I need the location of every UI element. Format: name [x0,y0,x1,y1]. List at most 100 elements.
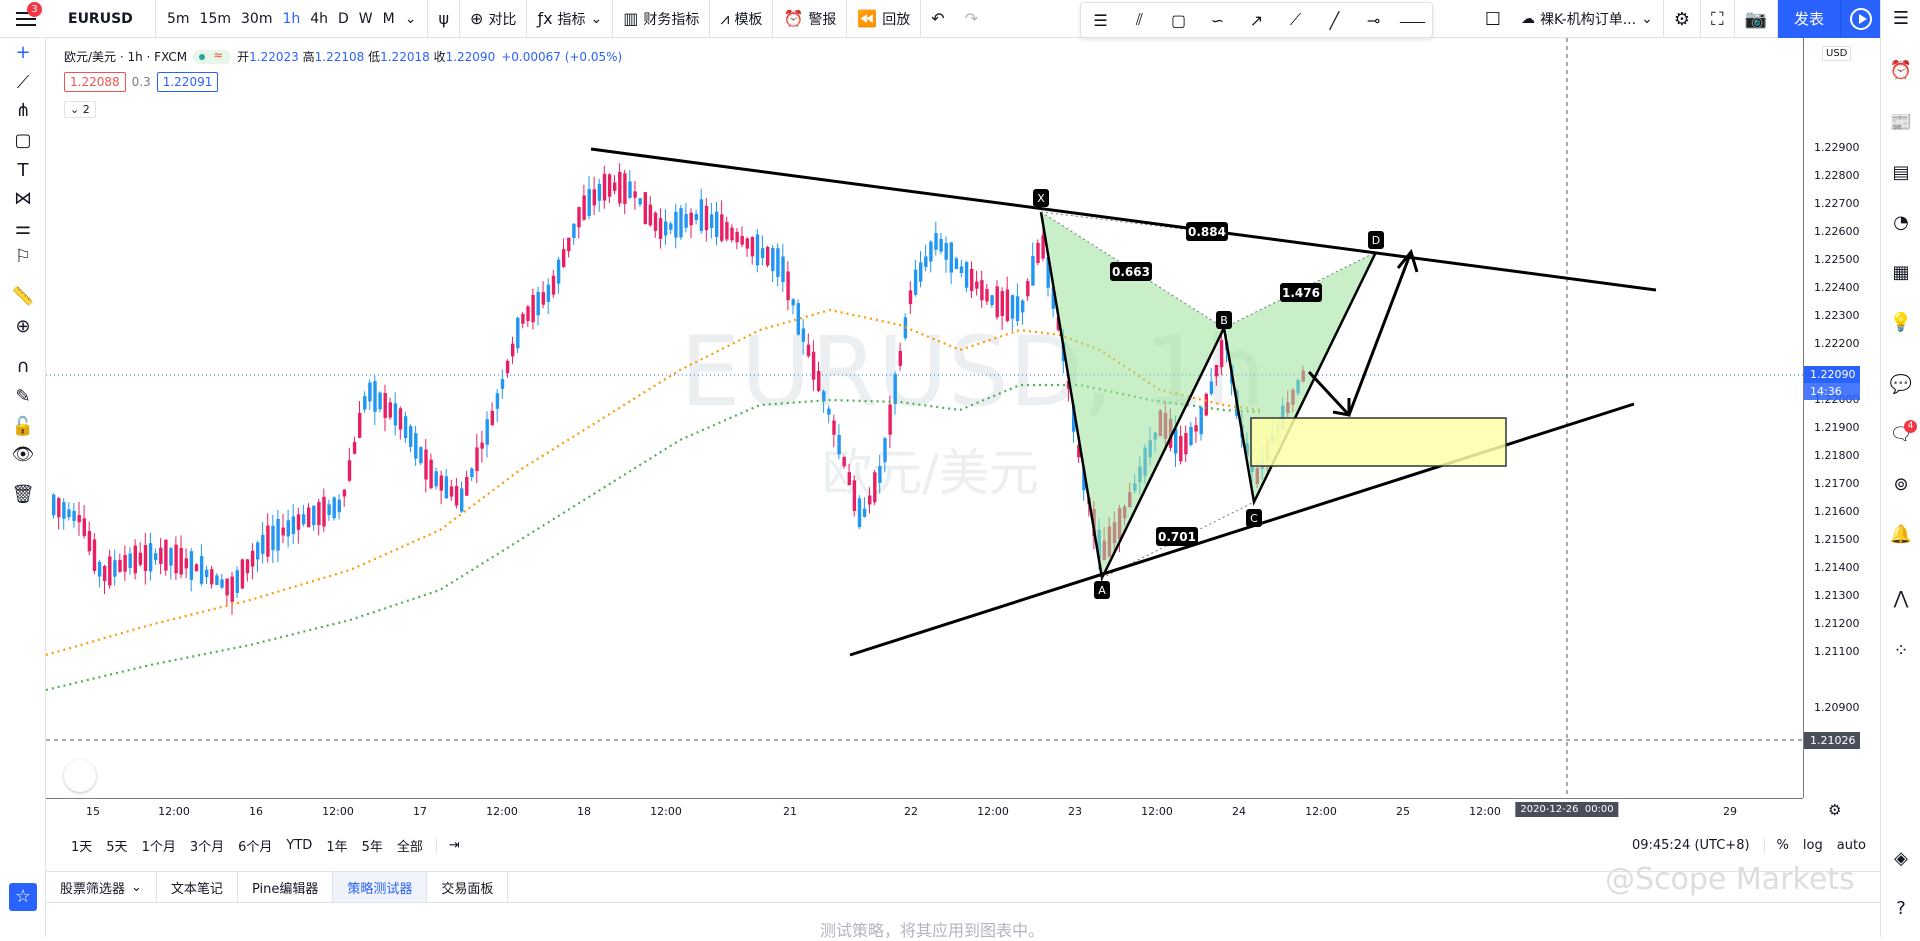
arrow-icon[interactable]: ↗ [1237,11,1276,30]
auto-toggle[interactable]: auto [1837,838,1866,853]
order-panel-icon[interactable]: ⋀ [1881,588,1920,609]
messages-icon[interactable]: 🗨 4 [1881,420,1920,445]
range-1d[interactable]: 1天 [64,836,99,855]
icon-tool-icon[interactable]: ⚐ [0,246,46,267]
zoom-in-icon[interactable]: ⊕ [0,316,46,337]
trend-line-icon[interactable]: ⟋ [1276,10,1315,30]
main-menu-button[interactable]: 3 [0,0,52,38]
publish-button[interactable]: 发表 [1778,0,1840,38]
currency-label[interactable]: USD [1822,46,1852,61]
snapshot-button[interactable]: 📷 [1735,0,1778,38]
symbol-search-button[interactable]: EURUSD [52,0,156,38]
sell-button[interactable]: 1.22088 [64,72,126,92]
range-all[interactable]: 全部 [390,836,430,855]
interval-1h[interactable]: 1h [277,11,305,27]
ideas-icon[interactable]: 💡 [1881,312,1920,333]
chart-style-button[interactable]: ψ [428,0,461,38]
tab-strategy-tester[interactable]: 策略测试器 [333,872,428,902]
watchlist-icon[interactable]: ☰ [1881,8,1920,29]
range-1y[interactable]: 1年 [319,836,354,855]
scale-settings-icon[interactable]: ⚙ [1828,801,1841,819]
interval-4h[interactable]: 4h [305,11,333,27]
eye-icon[interactable]: 👁 [0,444,46,465]
data-window-icon[interactable]: ▤ [1881,162,1920,183]
price-chart[interactable]: EURUSD, 1h 欧元/美元 XABCD0.8840.6631.4760.7… [46,38,1880,823]
percent-toggle[interactable]: % [1763,837,1789,853]
undo-icon: ↶ [931,9,945,28]
compare-button[interactable]: ⊕ 对比 [460,0,528,38]
select-layout-checkbox[interactable]: ☐ [1475,0,1511,38]
fib-retracement-icon[interactable]: ☰ [1081,11,1120,30]
financials-button[interactable]: ▥ 财务指标 [613,0,711,38]
time-scale[interactable]: 2020-12-26 00:00 15 12:00 16 12:00 17 12:00 18… [46,798,1803,824]
curve-icon[interactable]: ∽ [1198,11,1237,30]
candle-body [959,266,964,274]
indicators-button[interactable]: ƒx 指标 ⌄ [527,0,614,38]
hotlist-icon[interactable]: ◔ [1881,212,1920,233]
horizontal-line-icon[interactable]: ⸺ [1393,8,1432,32]
range-3m[interactable]: 3个月 [183,836,231,855]
fib-channel-icon[interactable]: ⫽ [1120,10,1159,30]
replay-button[interactable]: ⏪ 回放 [847,0,922,38]
horizontal-ray-icon[interactable]: ⊸ [1354,11,1393,30]
price-scale[interactable]: 1.22900 1.22800 1.22700 1.22600 1.22500 1.224… [1803,38,1880,798]
pitchfork-tool-icon[interactable]: ⋔ [0,100,46,121]
chat-icon[interactable]: 💬 [1881,374,1920,395]
templates-button[interactable]: ⩘ 模板 [710,0,774,38]
magnet-icon[interactable]: ∩ [0,356,46,377]
alert-button[interactable]: ⏰ 警报 [773,0,848,38]
range-1m[interactable]: 1个月 [135,836,183,855]
interval-dropdown-icon[interactable]: ⌄ [400,11,422,27]
indicators-collapse-button[interactable]: ⌄ 2 [64,101,96,118]
tab-trading-panel[interactable]: 交易面板 [427,872,509,902]
tradingview-logo-icon[interactable] [64,760,96,792]
stay-drawing-icon[interactable]: ✎ [0,386,46,407]
range-6m[interactable]: 6个月 [231,836,279,855]
text-tool-icon[interactable]: T [0,160,46,181]
rectangle-icon[interactable]: ▢ [1159,11,1198,30]
ruler-icon[interactable]: 📏 [0,286,46,307]
interval-15m[interactable]: 15m [195,11,236,27]
tab-text-notes[interactable]: 文本笔记 [157,872,238,902]
pattern-tool-icon[interactable]: ⋈ [0,188,46,209]
ray-icon[interactable]: ╱ [1315,11,1354,30]
range-5y[interactable]: 5年 [355,836,390,855]
interval-w[interactable]: W [354,11,378,27]
tab-stock-screener[interactable]: 股票筛选器 ⌄ [46,872,157,902]
layout-name: 裸K-机构订单... [1539,12,1637,28]
settings-button[interactable]: ⚙ [1664,0,1701,38]
fullscreen-button[interactable]: ⛶ [1701,0,1735,38]
layers-icon[interactable]: ◈ [1881,848,1920,869]
trend-line-tool-icon[interactable]: ⟋ [0,72,46,93]
legend-title[interactable]: 欧元/美元 · 1h · FXCM [64,48,187,65]
watchlist-star-button[interactable]: ☆ [9,883,37,911]
trash-icon[interactable]: 🗑 [0,484,46,505]
play-button[interactable] [1840,0,1880,38]
dom-icon[interactable]: ⁘ [1881,640,1920,661]
interval-d[interactable]: D [333,11,354,27]
lock-icon[interactable]: 🔓 [0,416,46,437]
alerts-clock-icon[interactable]: ⏰ [1881,60,1920,81]
range-ytd[interactable]: YTD [279,838,319,853]
prediction-tool-icon[interactable]: ⚌ [0,218,46,239]
goto-date-icon[interactable]: ⇥ [435,837,467,853]
streams-icon[interactable]: ⊚ [1881,474,1920,495]
redo-button[interactable]: ↷ [955,0,988,38]
notifications-bell-icon[interactable]: 🔔 [1881,524,1920,545]
undo-button[interactable]: ↶ [921,0,954,38]
range-5d[interactable]: 5天 [99,836,134,855]
candle-body [398,408,403,430]
clock-display[interactable]: 09:45:24 (UTC+8) [1632,838,1750,853]
buy-button[interactable]: 1.22091 [156,72,219,92]
shape-tool-icon[interactable]: ▢ [0,130,46,151]
interval-m[interactable]: M [378,11,400,27]
layout-name-button[interactable]: ☁ 裸K-机构订单... ⌄ [1511,0,1664,38]
tab-pine-editor[interactable]: Pine编辑器 [238,872,334,902]
crosshair-icon[interactable]: + [0,42,46,63]
interval-30m[interactable]: 30m [236,11,277,27]
help-icon[interactable]: ? [1881,898,1920,919]
news-icon[interactable]: 📰 [1881,112,1920,133]
calendar-icon[interactable]: ▦ [1881,262,1920,283]
log-toggle[interactable]: log [1803,838,1823,853]
interval-5m[interactable]: 5m [162,11,195,27]
